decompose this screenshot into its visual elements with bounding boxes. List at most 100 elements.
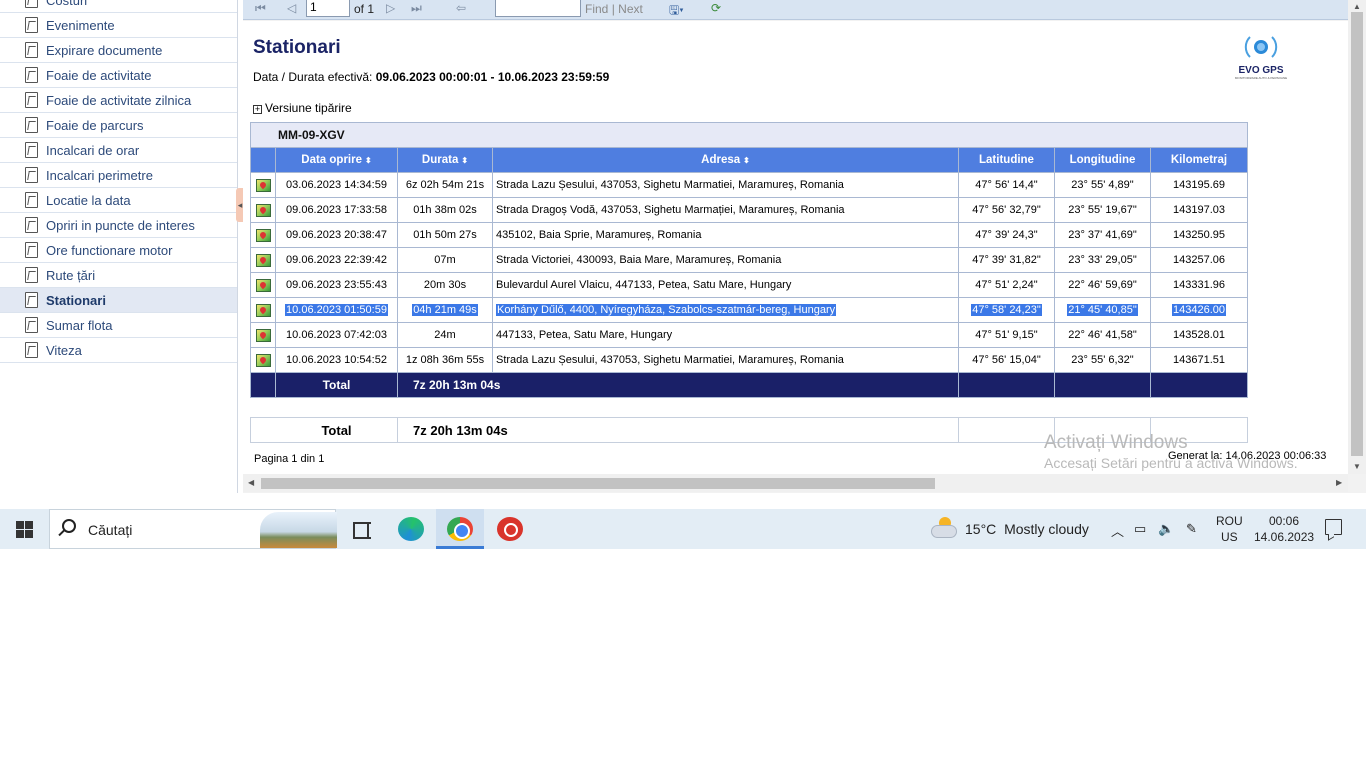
- map-link-cell[interactable]: [250, 197, 276, 223]
- refresh-icon[interactable]: ⟳: [711, 1, 721, 15]
- pdf-icon: [25, 92, 38, 108]
- next-link[interactable]: Next: [618, 2, 643, 16]
- pinned-app-icon[interactable]: [497, 517, 523, 541]
- notifications-icon[interactable]: [1325, 519, 1342, 535]
- map-link-cell[interactable]: [250, 297, 276, 323]
- sidebar-item-evenimente[interactable]: Evenimente: [0, 13, 237, 38]
- table-row[interactable]: 09.06.2023 22:39:42 07m Strada Victoriei, …: [250, 247, 1248, 273]
- sort-icon[interactable]: ⬍: [365, 156, 372, 165]
- odometer-cell: 143195.69: [1150, 172, 1248, 198]
- sidebar-item-opriri-in-puncte-de-interes[interactable]: Opriri in puncte de interes: [0, 213, 237, 238]
- map-link-cell[interactable]: [250, 247, 276, 273]
- map-icon[interactable]: [255, 203, 271, 217]
- map-icon[interactable]: [255, 253, 271, 267]
- battery-icon[interactable]: ▭: [1134, 521, 1146, 537]
- odometer-cell: 143331.96: [1150, 272, 1248, 298]
- back-icon[interactable]: ⇦: [456, 1, 466, 15]
- sidebar-item-foaie-de-activitate[interactable]: Foaie de activitate: [0, 63, 237, 88]
- scroll-left-icon[interactable]: ◀: [248, 478, 254, 487]
- map-icon[interactable]: [255, 228, 271, 242]
- map-icon[interactable]: [255, 178, 271, 192]
- sidebar-item-costuri[interactable]: Costuri: [0, 0, 237, 13]
- duration-cell-text: 01h 50m 27s: [413, 229, 477, 241]
- next-page-icon[interactable]: ▷: [386, 1, 395, 15]
- table-row[interactable]: 09.06.2023 20:38:47 01h 50m 27s 435102, Ba…: [250, 222, 1248, 248]
- prev-page-icon[interactable]: ◁: [287, 1, 296, 15]
- sidebar-item-foaie-de-parcurs[interactable]: Foaie de parcurs: [0, 113, 237, 138]
- duration-cell-text: 1z 08h 36m 55s: [405, 354, 485, 366]
- sidebar-item-rute-țări[interactable]: Rute țări: [0, 263, 237, 288]
- pdf-icon: [25, 217, 38, 233]
- sidebar-item-ore-functionare-motor[interactable]: Ore functionare motor: [0, 238, 237, 263]
- latitude-cell-text: 47° 51' 2,24": [975, 279, 1038, 291]
- page-number-input[interactable]: 1: [306, 0, 350, 17]
- find-link[interactable]: Find: [585, 2, 608, 16]
- map-link-cell[interactable]: [250, 347, 276, 373]
- pdf-icon: [25, 42, 38, 58]
- weather-icon[interactable]: [931, 517, 959, 539]
- horizontal-scroll-thumb[interactable]: [261, 478, 935, 489]
- find-separator: |: [611, 2, 615, 16]
- windows-start-icon[interactable]: [16, 521, 33, 538]
- taskbar-search-box[interactable]: Căutați: [49, 509, 337, 549]
- header-adresa[interactable]: Adresa ⬍: [492, 147, 959, 173]
- sidebar-item-sumar-flota[interactable]: Sumar flota: [0, 313, 237, 338]
- map-link-cell[interactable]: [250, 272, 276, 298]
- weather-widget[interactable]: 15°C Mostly cloudy: [965, 521, 1089, 537]
- sidebar-item-locatie-la-data[interactable]: Locatie la data: [0, 188, 237, 213]
- table-row[interactable]: 03.06.2023 14:34:59 6z 02h 54m 21s Strada …: [250, 172, 1248, 198]
- map-icon[interactable]: [255, 278, 271, 292]
- vertical-scroll-thumb[interactable]: [1351, 12, 1363, 456]
- sidebar-item-incalcari-perimetre[interactable]: Incalcari perimetre: [0, 163, 237, 188]
- longitude-cell: 23° 33' 29,05": [1054, 247, 1151, 273]
- table-row[interactable]: 10.06.2023 07:42:03 24m 447133, Petea, Sat…: [250, 322, 1248, 348]
- horizontal-scrollbar[interactable]: ◀ ▶: [243, 474, 1348, 492]
- sidebar-item-label: Viteza: [46, 342, 82, 358]
- header-data-oprire[interactable]: Data oprire ⬍: [275, 147, 398, 173]
- table-row[interactable]: 10.06.2023 01:50:59 04h 21m 49s Korhány Dű…: [250, 297, 1248, 323]
- table-row[interactable]: 10.06.2023 10:54:52 1z 08h 36m 55s Strada …: [250, 347, 1248, 373]
- vertical-scrollbar[interactable]: ▲ ▼: [1348, 0, 1366, 474]
- scroll-right-icon[interactable]: ▶: [1336, 478, 1342, 487]
- taskbar-clock[interactable]: 00:06 14.06.2023: [1254, 513, 1314, 545]
- sidebar-item-stationari[interactable]: Stationari: [0, 288, 237, 313]
- sidebar-item-viteza[interactable]: Viteza: [0, 338, 237, 363]
- stop-date-cell: 09.06.2023 22:39:42: [275, 247, 398, 273]
- map-link-cell[interactable]: [250, 322, 276, 348]
- sort-icon[interactable]: ⬍: [743, 156, 750, 165]
- first-page-icon[interactable]: ⏮: [255, 1, 266, 16]
- header-durata[interactable]: Durata ⬍: [397, 147, 493, 173]
- latitude-cell-text: 47° 56' 32,79": [972, 204, 1041, 216]
- map-link-cell[interactable]: [250, 222, 276, 248]
- hidden-icons-chevron-icon[interactable]: ︿: [1111, 521, 1124, 540]
- odometer-cell-text: 143257.06: [1173, 254, 1225, 266]
- pen-icon[interactable]: ✎: [1186, 521, 1197, 537]
- duration-cell: 01h 50m 27s: [397, 222, 493, 248]
- header-longitudine: Longitudine: [1054, 147, 1151, 173]
- sidebar-item-foaie-de-activitate-zilnica[interactable]: Foaie de activitate zilnica: [0, 88, 237, 113]
- longitude-cell-text: 21° 45' 40,85": [1067, 304, 1138, 316]
- input-language-indicator[interactable]: ROU US: [1216, 513, 1243, 545]
- map-icon[interactable]: [255, 328, 271, 342]
- pdf-icon: [25, 192, 38, 208]
- map-link-cell[interactable]: [250, 172, 276, 198]
- pdf-icon: [25, 317, 38, 333]
- print-version-toggle[interactable]: + Versiune tipărire: [253, 101, 352, 115]
- map-icon[interactable]: [255, 303, 271, 317]
- volume-icon[interactable]: 🔈: [1158, 521, 1174, 537]
- scroll-down-icon[interactable]: ▼: [1353, 462, 1361, 471]
- odometer-cell: 143671.51: [1150, 347, 1248, 373]
- scroll-up-icon[interactable]: ▲: [1353, 2, 1361, 11]
- sort-icon[interactable]: ⬍: [461, 156, 468, 165]
- last-page-icon[interactable]: ⏭: [411, 1, 422, 16]
- sidebar-item-incalcari-de-orar[interactable]: Incalcari de orar: [0, 138, 237, 163]
- sidebar-item-expirare-documente[interactable]: Expirare documente: [0, 38, 237, 63]
- export-icon[interactable]: 🖫▾: [669, 1, 684, 22]
- edge-browser-icon[interactable]: [398, 517, 424, 541]
- task-view-icon[interactable]: [350, 517, 376, 541]
- table-row[interactable]: 09.06.2023 17:33:58 01h 38m 02s Strada Dra…: [250, 197, 1248, 223]
- map-icon[interactable]: [255, 353, 271, 367]
- table-row[interactable]: 09.06.2023 23:55:43 20m 30s Bulevardul Aur…: [250, 272, 1248, 298]
- chrome-browser-icon[interactable]: [447, 517, 473, 541]
- find-input[interactable]: [495, 0, 581, 17]
